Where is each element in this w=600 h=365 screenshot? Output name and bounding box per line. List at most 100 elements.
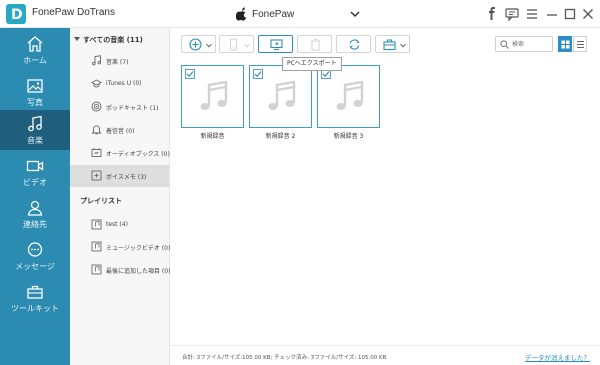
file-tile[interactable] bbox=[249, 65, 312, 128]
file-name: 新規録音 bbox=[200, 133, 225, 140]
category-label: オーディオブックス (0) bbox=[106, 151, 170, 158]
sidebar-item-home[interactable]: ホーム bbox=[0, 30, 70, 70]
category-label: ボイスメモ (3) bbox=[106, 174, 147, 181]
grid-view-button[interactable] bbox=[558, 36, 572, 52]
svg-text:D: D bbox=[11, 7, 23, 23]
file-tile[interactable] bbox=[317, 65, 380, 128]
file-name: 新規録音 3 bbox=[333, 133, 364, 140]
chevron-down-icon[interactable] bbox=[350, 10, 360, 18]
minimize-icon[interactable] bbox=[544, 6, 560, 22]
refresh-icon bbox=[349, 39, 360, 50]
close-icon[interactable] bbox=[580, 6, 596, 22]
playlist-item-recently-added[interactable]: 最後に追加した項目 (0) bbox=[70, 259, 171, 281]
sidebar-item-label: ホーム bbox=[23, 56, 47, 65]
sidebar-item-photos[interactable]: 写真 bbox=[0, 72, 70, 112]
toolbox-icon bbox=[383, 39, 396, 51]
voice-memo-icon bbox=[91, 170, 102, 181]
checkmark-icon bbox=[322, 71, 330, 78]
search-input[interactable] bbox=[512, 39, 552, 50]
trash-icon bbox=[311, 39, 320, 51]
app-title: FonePaw DoTrans bbox=[32, 7, 115, 18]
sidebar-item-contacts[interactable]: 連絡先 bbox=[0, 194, 70, 234]
music-file-icon bbox=[336, 80, 364, 110]
sidebar-item-label: メッセージ bbox=[15, 262, 55, 271]
music-file-icon bbox=[200, 80, 228, 110]
sidebar-item-messages[interactable]: メッセージ bbox=[0, 236, 70, 276]
export-tooltip: PCへエクスポート bbox=[282, 57, 342, 71]
ringtone-icon bbox=[91, 125, 102, 135]
phone-export-icon bbox=[230, 38, 237, 51]
checkmark-icon bbox=[186, 71, 194, 78]
category-item-podcast[interactable]: ポッドキャスト (1) bbox=[70, 96, 169, 118]
title-bar: D FonePaw DoTrans FonePaw bbox=[0, 0, 600, 28]
add-button[interactable] bbox=[181, 35, 216, 53]
sidebar-item-label: 連絡先 bbox=[23, 220, 47, 229]
list-view-button[interactable] bbox=[573, 36, 587, 52]
playlist-icon bbox=[91, 241, 102, 252]
main-sidebar: ホーム 写真 音楽 ビデオ 連絡先 メッセージ ツールキット bbox=[0, 28, 70, 365]
playlist-label: 最後に追加した項目 (0) bbox=[106, 268, 171, 275]
playlist-icon bbox=[91, 264, 102, 275]
apple-icon bbox=[236, 7, 247, 21]
chat-icon[interactable] bbox=[504, 6, 520, 22]
playlist-header: プレイリスト bbox=[80, 197, 122, 205]
all-music-header[interactable]: すべての音楽 (11) bbox=[74, 35, 143, 45]
playlist-item-music-video[interactable]: ミュージックビデオ (0) bbox=[70, 236, 170, 258]
file-name: 新規録音 2 bbox=[265, 133, 296, 140]
monitor-icon bbox=[270, 39, 283, 51]
chevron-down-icon bbox=[206, 43, 212, 48]
delete-button[interactable] bbox=[297, 35, 332, 53]
collapse-triangle-icon bbox=[74, 37, 80, 41]
category-item-ringtone[interactable]: 着信音 (0) bbox=[70, 119, 169, 141]
file-checkbox[interactable] bbox=[185, 69, 195, 79]
category-item-itunes-u[interactable]: iTunes U (0) bbox=[70, 73, 169, 95]
refresh-button[interactable] bbox=[336, 35, 371, 53]
sidebar-item-toolkit[interactable]: ツールキット bbox=[0, 278, 70, 318]
toolbox-button[interactable] bbox=[375, 35, 410, 53]
search-icon bbox=[500, 40, 509, 49]
file-checkbox[interactable] bbox=[253, 69, 263, 79]
sidebar-item-video[interactable]: ビデオ bbox=[0, 152, 70, 192]
app-logo-icon: D bbox=[6, 4, 26, 24]
category-label: 音楽 (7) bbox=[106, 59, 129, 66]
category-label: 着信音 (0) bbox=[106, 128, 135, 135]
playlist-icon bbox=[91, 219, 102, 230]
data-lost-link[interactable]: データが消えました？ bbox=[525, 352, 590, 362]
all-music-label: すべての音楽 (11) bbox=[83, 36, 143, 44]
device-selector[interactable]: FonePaw bbox=[236, 6, 360, 22]
export-to-pc-button[interactable] bbox=[258, 35, 293, 53]
search-box[interactable] bbox=[495, 36, 553, 52]
music-file-icon bbox=[268, 80, 296, 110]
sidebar-item-music[interactable]: 音楽 bbox=[0, 110, 70, 150]
podcast-icon bbox=[91, 101, 102, 112]
contacts-icon bbox=[27, 200, 43, 216]
playlist-label: test (4) bbox=[106, 221, 128, 228]
audiobook-icon bbox=[91, 148, 102, 157]
category-item-music[interactable]: 音楽 (7) bbox=[70, 50, 169, 72]
file-tile[interactable] bbox=[181, 65, 244, 128]
sidebar-item-label: 写真 bbox=[27, 98, 43, 107]
export-device-button[interactable] bbox=[219, 35, 254, 53]
chevron-down-icon bbox=[244, 43, 250, 48]
category-label: ポッドキャスト (1) bbox=[106, 105, 159, 112]
photo-icon bbox=[27, 79, 43, 93]
playlist-item-test[interactable]: test (4) bbox=[70, 214, 169, 236]
category-item-voice-memos[interactable]: ボイスメモ (3) bbox=[70, 165, 169, 187]
status-bar: 合計: 3ファイル/サイズ:105.00 KB; チェック済み: 3ファイル/サ… bbox=[170, 345, 600, 365]
grid-icon bbox=[561, 40, 570, 49]
sidebar-item-label: ビデオ bbox=[23, 178, 47, 187]
category-item-audiobooks[interactable]: オーディオブックス (0) bbox=[70, 142, 170, 164]
file-summary: 合計: 3ファイル/サイズ:105.00 KB; チェック済み: 3ファイル/サ… bbox=[182, 355, 387, 361]
facebook-icon[interactable] bbox=[484, 6, 500, 22]
sidebar-item-label: 音楽 bbox=[27, 136, 43, 145]
toolkit-icon bbox=[27, 285, 43, 299]
menu-icon[interactable] bbox=[524, 6, 540, 22]
chevron-down-icon bbox=[400, 43, 406, 48]
maximize-icon[interactable] bbox=[562, 6, 578, 22]
music-note-icon bbox=[92, 55, 102, 66]
category-label: iTunes U (0) bbox=[106, 80, 142, 87]
itunes-u-icon bbox=[91, 79, 102, 88]
add-icon bbox=[189, 38, 202, 51]
music-icon bbox=[28, 115, 42, 132]
category-panel: すべての音楽 (11) 音楽 (7) iTunes U (0) ポッドキャスト … bbox=[70, 28, 170, 365]
